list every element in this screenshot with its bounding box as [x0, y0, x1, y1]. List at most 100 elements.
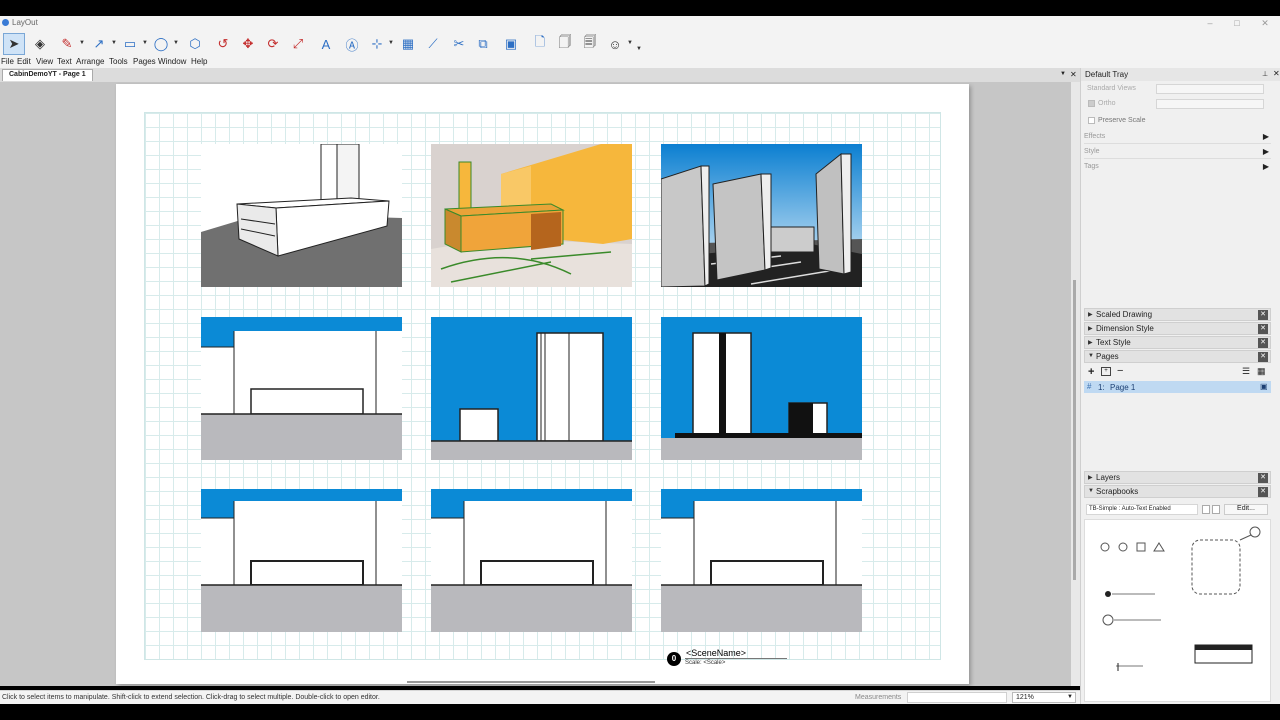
- ortho-checkbox[interactable]: [1088, 100, 1095, 107]
- menu-edit[interactable]: Edit: [17, 57, 31, 66]
- chevron-down-icon[interactable]: ▼: [626, 40, 634, 48]
- line-icon[interactable]: ↗: [88, 33, 110, 55]
- viewport-elevation-3[interactable]: [661, 317, 862, 460]
- chevron-down-icon[interactable]: ▼: [110, 40, 118, 48]
- text-icon[interactable]: A: [315, 33, 337, 55]
- new-page-icon[interactable]: 🗋: [529, 33, 551, 55]
- rectangle-icon[interactable]: ▭: [119, 33, 141, 55]
- menu-arrange[interactable]: Arrange: [76, 57, 104, 66]
- chevron-down-icon: ▼: [1067, 694, 1073, 700]
- split-icon[interactable]: ✂: [448, 33, 470, 55]
- presentation-icon[interactable]: ▣: [500, 33, 522, 55]
- scene-divider: [685, 658, 787, 659]
- panel-pages[interactable]: ▼ Pages ✕: [1084, 350, 1271, 363]
- style-dropper-icon[interactable]: ⟋: [422, 33, 444, 55]
- menu-view[interactable]: View: [36, 57, 53, 66]
- rotate-icon[interactable]: ⟳: [262, 33, 284, 55]
- close-tray-icon[interactable]: ✕: [1273, 69, 1280, 78]
- close-icon[interactable]: ✕: [1258, 352, 1268, 362]
- polygon-icon[interactable]: ⬡: [184, 33, 206, 55]
- close-window-icon[interactable]: ✕: [1258, 17, 1272, 29]
- prev-scrapbook-icon[interactable]: [1202, 505, 1210, 514]
- pencil-icon[interactable]: ✎: [56, 33, 78, 55]
- pin-icon[interactable]: ⊥: [1262, 70, 1268, 78]
- minimize-icon[interactable]: –: [1203, 17, 1217, 29]
- drawing-canvas[interactable]: [0, 82, 1080, 686]
- title-bar: LayOut – □ ✕: [0, 16, 1280, 30]
- account-icon[interactable]: ☺: [604, 33, 626, 55]
- scrapbook-edit-button[interactable]: Edit...: [1224, 504, 1268, 515]
- close-icon[interactable]: ✕: [1258, 324, 1268, 334]
- close-icon[interactable]: ✕: [1258, 473, 1268, 483]
- label-icon[interactable]: Ⓐ: [341, 33, 363, 55]
- eraser-icon[interactable]: ◈: [29, 33, 51, 55]
- chevron-down-icon[interactable]: ▼: [141, 40, 149, 48]
- overflow-icon[interactable]: ▼: [635, 46, 643, 54]
- menu-file[interactable]: File: [1, 57, 14, 66]
- standard-views-select[interactable]: [1156, 84, 1264, 94]
- measurements-input[interactable]: [907, 692, 1007, 703]
- effects-label: Effects: [1084, 133, 1106, 140]
- page-list-item[interactable]: # 1: Page 1 ▣: [1084, 381, 1271, 393]
- add-page-icon[interactable]: +: [1088, 366, 1094, 378]
- scrapbook-content[interactable]: [1084, 519, 1271, 702]
- menu-pages[interactable]: Pages: [133, 57, 156, 66]
- paper-page[interactable]: [116, 84, 969, 684]
- remove-page-icon[interactable]: −: [1117, 365, 1123, 377]
- list-view-icon[interactable]: ☰: [1242, 366, 1250, 377]
- chevron-down-icon[interactable]: ▼: [172, 40, 180, 48]
- grid-view-icon[interactable]: ▦: [1257, 366, 1266, 377]
- presentation-icon[interactable]: ▣: [1260, 382, 1268, 391]
- viewport-elevation-4[interactable]: [201, 489, 402, 632]
- duplicate-page-icon[interactable]: 🗍: [554, 33, 576, 55]
- menu-help[interactable]: Help: [191, 57, 207, 66]
- menu-text[interactable]: Text: [57, 57, 72, 66]
- horizontal-scrollbar[interactable]: [407, 681, 655, 683]
- menu-window[interactable]: Window: [158, 57, 186, 66]
- duplicate-page-icon[interactable]: +: [1101, 367, 1111, 376]
- tags-row[interactable]: Tags ▶: [1084, 161, 1271, 174]
- scene-label[interactable]: 0 <SceneName> Scale: <Scale>: [667, 648, 807, 670]
- viewport-elevation-5[interactable]: [431, 489, 632, 632]
- chevron-down-icon[interactable]: ▼: [78, 40, 86, 48]
- style-row[interactable]: Style ▶: [1084, 146, 1271, 159]
- panel-scrapbooks[interactable]: ▼ Scrapbooks ✕: [1084, 485, 1271, 498]
- table-icon[interactable]: ▦: [397, 33, 419, 55]
- scrapbook-select[interactable]: TB-Simple : Auto-Text Enabled: [1086, 504, 1198, 515]
- panel-scaled-drawing[interactable]: ▶ Scaled Drawing ✕: [1084, 308, 1271, 321]
- select-tool-icon[interactable]: ➤: [3, 33, 25, 55]
- circle-icon[interactable]: ◯: [150, 33, 172, 55]
- viewport-perspective-sky[interactable]: [661, 144, 862, 287]
- tab-dropdown-icon[interactable]: ▼: [1060, 71, 1066, 77]
- close-tab-icon[interactable]: ✕: [1070, 70, 1077, 79]
- menu-tools[interactable]: Tools: [109, 57, 128, 66]
- viewport-perspective-color[interactable]: [431, 144, 632, 287]
- viewport-perspective-sketch[interactable]: [201, 144, 402, 287]
- chevron-right-icon: ▶: [1262, 147, 1269, 156]
- panel-layers[interactable]: ▶ Layers ✕: [1084, 471, 1271, 484]
- viewport-elevation-2[interactable]: [431, 317, 632, 460]
- viewport-elevation-1[interactable]: [201, 317, 402, 460]
- chevron-down-icon[interactable]: ▼: [387, 40, 395, 48]
- next-scrapbook-icon[interactable]: [1212, 505, 1220, 514]
- close-icon[interactable]: ✕: [1258, 487, 1268, 497]
- join-icon[interactable]: ⧉: [472, 33, 494, 55]
- offset-icon[interactable]: ↺: [212, 33, 234, 55]
- close-icon[interactable]: ✕: [1258, 310, 1268, 320]
- viewport-elevation-6[interactable]: [661, 489, 862, 632]
- panel-label: Scrapbooks: [1096, 487, 1139, 496]
- ortho-scale-select[interactable]: [1156, 99, 1264, 109]
- panel-text-style[interactable]: ▶ Text Style ✕: [1084, 336, 1271, 349]
- effects-row[interactable]: Effects ▶: [1084, 131, 1271, 144]
- maximize-icon[interactable]: □: [1230, 17, 1244, 29]
- move-icon[interactable]: ✥: [237, 33, 259, 55]
- zoom-select[interactable]: 121% ▼: [1012, 692, 1076, 703]
- close-icon[interactable]: ✕: [1258, 338, 1268, 348]
- scale-icon[interactable]: ⤢: [287, 33, 309, 55]
- preserve-scale-checkbox[interactable]: [1088, 117, 1095, 124]
- dimension-icon[interactable]: ⊹: [366, 33, 388, 55]
- document-tab[interactable]: CabinDemoYT - Page 1: [2, 69, 93, 81]
- panel-dimension-style[interactable]: ▶ Dimension Style ✕: [1084, 322, 1271, 335]
- delete-page-icon[interactable]: 🗐: [579, 33, 601, 55]
- vertical-scroll-thumb[interactable]: [1073, 280, 1076, 580]
